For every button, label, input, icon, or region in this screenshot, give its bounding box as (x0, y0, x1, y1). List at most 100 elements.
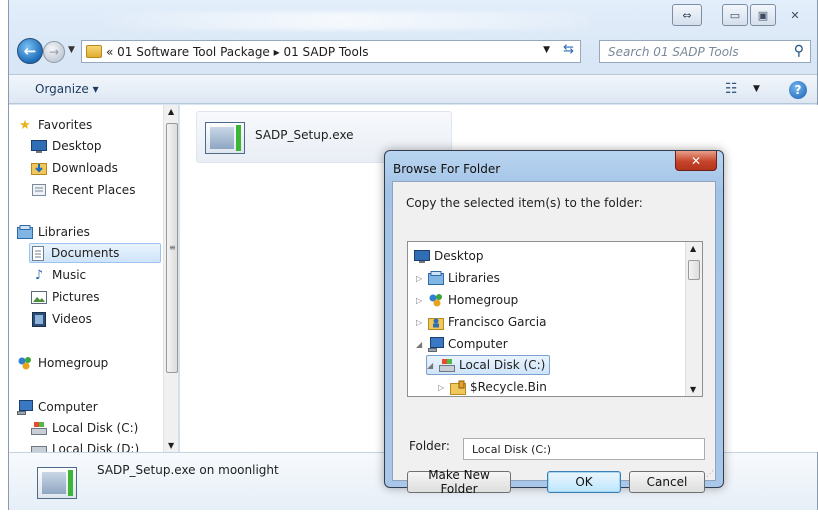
scroll-thumb[interactable] (688, 260, 700, 280)
nav-item-videos[interactable]: Videos (31, 309, 92, 329)
computer-icon (17, 399, 33, 415)
refresh-icon[interactable]: ⇆ (563, 42, 574, 57)
nav-item-music[interactable]: ♪ Music (31, 265, 86, 285)
nav-label: Documents (51, 246, 120, 260)
expand-icon[interactable]: ▷ (416, 296, 426, 305)
nav-item-desktop[interactable]: Desktop (31, 136, 102, 156)
folder-label: Folder: (409, 439, 450, 453)
nav-item-local-disk-c[interactable]: Local Disk (C:) (31, 418, 138, 438)
folder-tree[interactable]: Desktop ▷ Libraries ▷ Homegroup ▷ Franci… (407, 241, 703, 397)
nav-item-pictures[interactable]: Pictures (31, 287, 100, 307)
close-button[interactable]: ✕ (779, 4, 811, 26)
nav-label: Recent Places (52, 183, 136, 197)
scroll-down-icon[interactable]: ▼ (168, 441, 174, 450)
application-icon (205, 122, 245, 154)
address-bar[interactable]: « 01 Software Tool Package ▸ 01 SADP Too… (81, 40, 581, 63)
folder-input[interactable]: Local Disk (C:) (463, 438, 705, 460)
nav-label: Favorites (38, 118, 93, 132)
search-placeholder: Search 01 SADP Tools (608, 44, 739, 59)
arrow-right-icon: → (48, 45, 60, 59)
nav-label: Local Disk (D:) (52, 442, 140, 452)
tree-item-computer[interactable]: ◢ Computer (416, 334, 508, 354)
navigation-pane: ★ Favorites Desktop Downloads Recent Pla… (9, 105, 179, 452)
browse-for-folder-dialog: Browse For Folder ✕ Copy the selected it… (384, 150, 724, 496)
dialog-close-button[interactable]: ✕ (675, 151, 717, 171)
nav-label: Desktop (52, 139, 102, 153)
tree-label: Francisco Garcia (448, 315, 547, 329)
cancel-button[interactable]: Cancel (629, 471, 705, 493)
nav-item-recent-places[interactable]: Recent Places (31, 180, 135, 200)
drive-icon (439, 357, 455, 373)
expand-icon[interactable]: ▷ (416, 318, 426, 327)
make-new-folder-button[interactable]: Make New Folder (407, 468, 511, 496)
nav-favorites[interactable]: ★ Favorites (17, 115, 92, 135)
tree-label: Libraries (448, 271, 500, 285)
collapse-icon[interactable]: ◢ (416, 340, 426, 349)
back-button[interactable]: ← (17, 38, 43, 64)
drive-icon (31, 441, 47, 452)
expand-icon[interactable]: ▷ (438, 383, 448, 392)
libraries-icon (428, 270, 444, 286)
dialog-prompt: Copy the selected item(s) to the folder: (406, 196, 643, 210)
tree-item-homegroup[interactable]: ▷ Homegroup (416, 290, 518, 310)
address-row: ← → ▼ « 01 Software Tool Package ▸ 01 SA… (9, 38, 817, 66)
nav-computer[interactable]: Computer (17, 397, 98, 417)
details-text: SADP_Setup.exe on moonlight (97, 463, 279, 477)
minimize-button[interactable]: ▭ (722, 4, 748, 26)
resize-grip-icon[interactable]: ⋰ (706, 469, 714, 478)
tree-item-local-disk-c[interactable]: ◢ Local Disk (C:) (426, 355, 551, 375)
nav-label: Videos (52, 312, 92, 326)
tree-item-recycle-bin[interactable]: ▷ $Recycle.Bin (438, 377, 547, 396)
nav-item-local-disk-d[interactable]: Local Disk (D:) (31, 439, 139, 452)
maximize-button[interactable]: ▣ (750, 4, 776, 26)
videos-icon (31, 311, 47, 327)
nav-label: Downloads (52, 161, 118, 175)
title-bar[interactable]: ⇔ ▭ ▣ ✕ (9, 0, 817, 34)
tree-label: $Recycle.Bin (470, 380, 547, 394)
address-path[interactable]: « 01 Software Tool Package ▸ 01 SADP Too… (106, 45, 368, 59)
nav-label: Libraries (38, 225, 90, 239)
resize-button[interactable]: ⇔ (672, 4, 702, 26)
nav-scrollbar[interactable]: ▲ ≡ ▼ (163, 105, 178, 452)
change-view-icon[interactable]: ☷ (725, 81, 738, 97)
expand-icon[interactable]: ▷ (416, 274, 426, 283)
tree-label: Local Disk (C:) (459, 358, 546, 372)
desktop-icon (414, 248, 430, 264)
nav-label: Pictures (52, 290, 100, 304)
forward-button[interactable]: → (43, 41, 65, 63)
tree-label: Desktop (434, 249, 484, 263)
address-dropdown-icon[interactable]: ▼ (543, 45, 550, 55)
search-input[interactable]: Search 01 SADP Tools ⚲ (599, 40, 811, 63)
star-icon: ★ (19, 117, 31, 133)
ok-button[interactable]: OK (547, 471, 621, 493)
homegroup-icon (17, 355, 33, 371)
search-icon[interactable]: ⚲ (794, 43, 804, 59)
nav-item-documents[interactable]: Documents (29, 243, 161, 263)
scroll-down-icon[interactable]: ▼ (690, 385, 696, 394)
desktop-icon (31, 138, 47, 154)
collapse-icon[interactable]: ◢ (427, 361, 437, 370)
scroll-up-icon[interactable]: ▲ (690, 244, 696, 253)
views-dropdown-icon[interactable]: ▼ (753, 84, 760, 94)
help-icon[interactable]: ? (789, 81, 807, 99)
tree-label: Homegroup (448, 293, 519, 307)
nav-libraries[interactable]: Libraries (17, 222, 90, 242)
nav-homegroup[interactable]: Homegroup (17, 353, 108, 373)
scroll-up-icon[interactable]: ▲ (168, 107, 174, 116)
dialog-title: Browse For Folder (393, 162, 501, 176)
application-icon (37, 467, 77, 499)
tree-item-francisco-garcia[interactable]: ▷ Francisco Garcia (416, 312, 546, 332)
tree-scrollbar[interactable]: ▲ ▼ (685, 242, 702, 396)
tree-item-desktop[interactable]: Desktop (414, 246, 484, 266)
dialog-body: Copy the selected item(s) to the folder:… (392, 181, 716, 496)
recent-pages-dropdown[interactable]: ▼ (68, 45, 75, 55)
command-bar: Organize ▾ ☷ ▼ ? (9, 74, 817, 104)
drive-icon (31, 420, 47, 436)
organize-menu[interactable]: Organize ▾ (35, 82, 99, 96)
nav-label: Music (52, 268, 87, 282)
tree-item-libraries[interactable]: ▷ Libraries (416, 268, 500, 288)
user-folder-icon (428, 314, 444, 330)
recycle-bin-icon (450, 379, 466, 395)
pictures-icon (31, 289, 47, 305)
nav-item-downloads[interactable]: Downloads (31, 158, 118, 178)
